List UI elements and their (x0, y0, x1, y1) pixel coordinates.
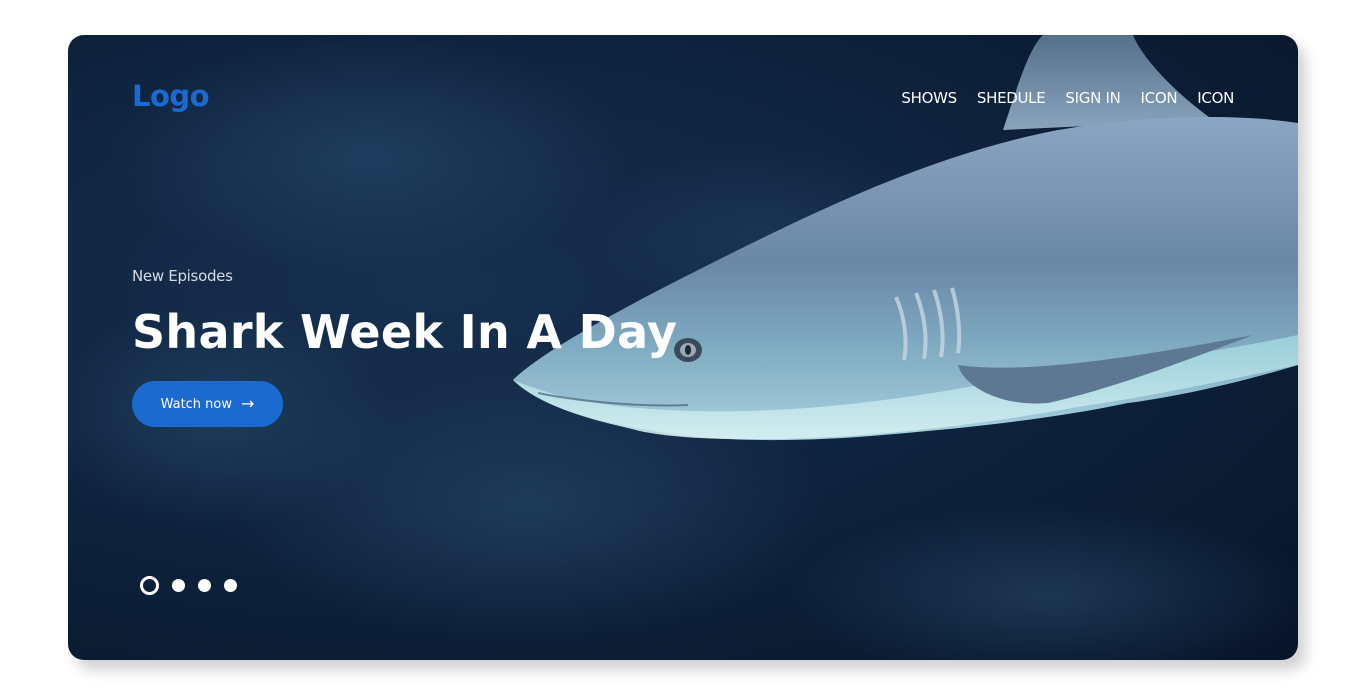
nav-item-icon-2[interactable]: ICON (1197, 89, 1234, 107)
top-nav: SHOWS SHEDULE SIGN IN ICON ICON (901, 89, 1234, 107)
carousel-dot-3[interactable] (198, 579, 211, 592)
hero-title: Shark Week In A Day (132, 305, 678, 359)
arrow-right-icon: → (241, 394, 255, 413)
nav-item-sign-in[interactable]: SIGN IN (1065, 89, 1120, 107)
logo[interactable]: Logo (132, 79, 210, 113)
carousel-indicators (140, 576, 237, 595)
watch-now-button[interactable]: Watch now → (132, 381, 283, 427)
carousel-dot-1[interactable] (140, 576, 159, 595)
carousel-dot-2[interactable] (172, 579, 185, 592)
hero-eyebrow: New Episodes (132, 267, 233, 285)
nav-item-shows[interactable]: SHOWS (901, 89, 957, 107)
nav-item-icon-1[interactable]: ICON (1141, 89, 1178, 107)
nav-item-schedule[interactable]: SHEDULE (977, 89, 1046, 107)
hero-card: Logo SHOWS SHEDULE SIGN IN ICON ICON New… (68, 35, 1298, 660)
watch-now-label: Watch now (160, 396, 233, 412)
carousel-dot-4[interactable] (224, 579, 237, 592)
